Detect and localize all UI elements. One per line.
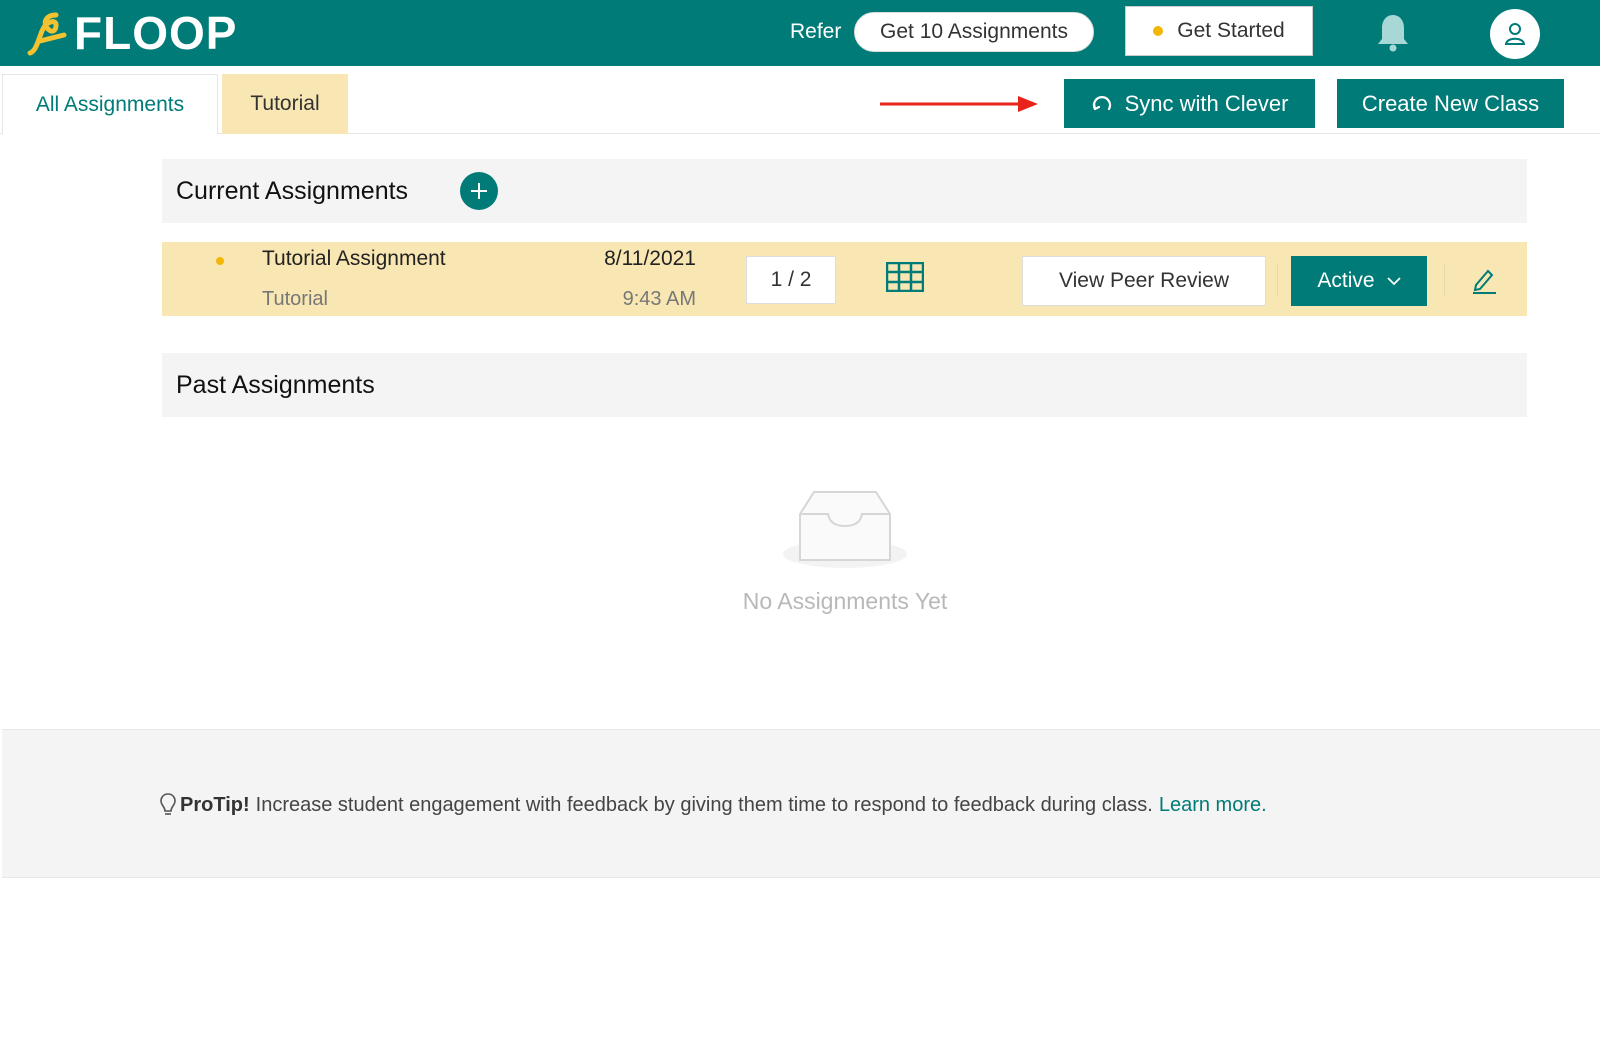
chevron-down-icon xyxy=(1386,276,1401,285)
sync-label: Sync with Clever xyxy=(1124,90,1289,116)
assignment-date: 8/11/2021 xyxy=(604,247,696,270)
floop-logo[interactable]: FLOOP xyxy=(26,6,237,60)
status-label: Active xyxy=(1317,269,1375,292)
get-assignments-button[interactable]: Get 10 Assignments xyxy=(854,12,1094,52)
lightbulb-icon xyxy=(160,793,176,815)
protip: ProTip! Increase student engagement with… xyxy=(158,792,1267,818)
edit-pencil-icon[interactable] xyxy=(1470,266,1498,294)
empty-inbox-icon xyxy=(783,491,907,568)
user-icon xyxy=(1504,23,1526,45)
red-arrow-annotation xyxy=(880,96,1038,112)
create-new-class-button[interactable]: Create New Class xyxy=(1337,79,1564,128)
divider xyxy=(1444,264,1445,296)
assignment-title[interactable]: Tutorial Assignment xyxy=(262,247,446,271)
avatar[interactable] xyxy=(1490,9,1540,59)
sync-with-clever-button[interactable]: Sync with Clever xyxy=(1064,79,1315,128)
add-assignment-button[interactable] xyxy=(460,172,498,210)
refer-label: Refer xyxy=(790,20,842,43)
assignment-class: Tutorial xyxy=(262,288,328,310)
tab-all-assignments[interactable]: All Assignments xyxy=(2,74,218,134)
assignment-row[interactable]: Tutorial Assignment Tutorial 8/11/2021 9… xyxy=(162,242,1527,316)
top-bar: FLOOP Refer Get 10 Assignments Get Start… xyxy=(0,0,1600,66)
learn-more-link[interactable]: Learn more. xyxy=(1159,794,1267,817)
divider xyxy=(1277,264,1278,296)
protip-text: Increase student engagement with feedbac… xyxy=(255,793,1153,816)
get-started-button[interactable]: Get Started xyxy=(1125,6,1313,56)
view-peer-review-button[interactable]: View Peer Review xyxy=(1022,256,1266,306)
protip-label: ProTip! xyxy=(180,793,250,816)
status-dot-icon xyxy=(216,257,224,265)
past-assignments-title: Past Assignments xyxy=(176,370,375,399)
plus-icon xyxy=(471,183,487,199)
assignment-time: 9:43 AM xyxy=(622,288,696,310)
past-assignments-header: Past Assignments xyxy=(162,353,1527,417)
floop-logo-icon xyxy=(27,12,67,56)
sync-icon xyxy=(1092,95,1111,110)
current-assignments-header: Current Assignments xyxy=(162,159,1527,223)
get-started-label: Get Started xyxy=(1177,19,1285,42)
logo-text: FLOOP xyxy=(74,7,238,59)
status-dropdown[interactable]: Active xyxy=(1291,256,1427,306)
bell-icon[interactable] xyxy=(1376,12,1410,52)
submission-count[interactable]: 1 / 2 xyxy=(746,256,836,304)
status-dot-icon xyxy=(1153,26,1164,36)
empty-state-text: No Assignments Yet xyxy=(742,588,948,614)
grid-view-icon[interactable] xyxy=(886,262,924,292)
current-assignments-title: Current Assignments xyxy=(176,176,409,205)
tab-tutorial[interactable]: Tutorial xyxy=(222,74,348,134)
